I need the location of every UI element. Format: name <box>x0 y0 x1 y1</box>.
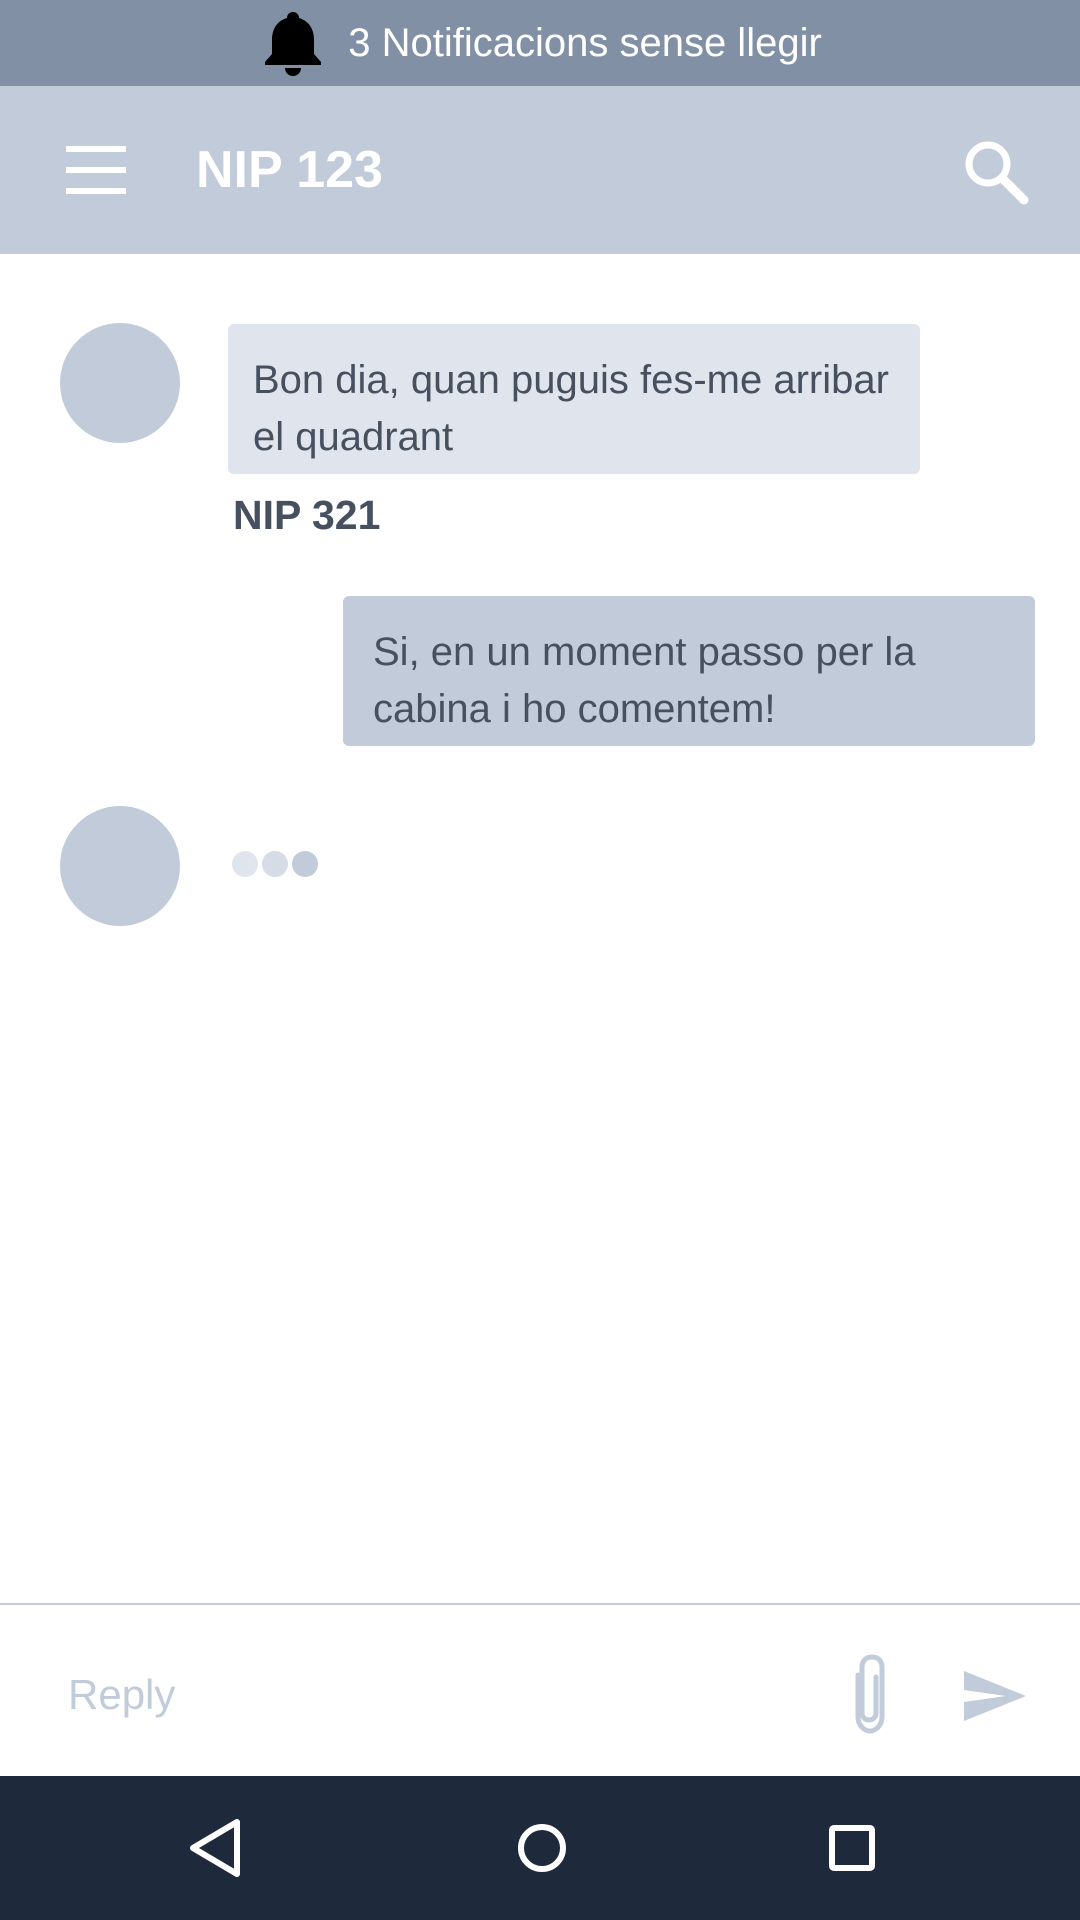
back-icon[interactable] <box>178 1808 258 1888</box>
reply-bar <box>0 1605 1080 1776</box>
typing-dot <box>232 851 258 877</box>
notification-banner[interactable]: 3 Notificacions sense llegir <box>0 0 1080 86</box>
hamburger-menu-icon[interactable] <box>60 140 130 200</box>
send-icon[interactable] <box>960 1661 1030 1731</box>
reply-input[interactable] <box>54 1655 822 1735</box>
message-list[interactable]: Bon dia, quan puguis fes-me arribar el q… <box>0 254 1080 1604</box>
home-icon[interactable] <box>502 1808 582 1888</box>
incoming-message-bubble[interactable]: Bon dia, quan puguis fes-me arribar el q… <box>228 324 920 474</box>
paperclip-icon[interactable] <box>836 1653 902 1737</box>
chat-screen: 3 Notificacions sense llegir NIP 123 Bon… <box>0 0 1080 1920</box>
contact-avatar[interactable] <box>60 323 180 443</box>
conversation-title: NIP 123 <box>196 141 383 199</box>
bell-icon <box>258 8 328 78</box>
typing-dot <box>262 851 288 877</box>
notification-text: 3 Notificacions sense llegir <box>348 20 822 65</box>
system-nav-bar <box>0 1776 1080 1920</box>
message-sender-name: NIP 321 <box>233 492 381 538</box>
typing-dot <box>292 851 318 877</box>
search-icon[interactable] <box>960 136 1030 206</box>
typing-contact-avatar[interactable] <box>60 806 180 926</box>
outgoing-message-bubble[interactable]: Si, en un moment passo per la cabina i h… <box>343 596 1035 746</box>
recents-icon[interactable] <box>812 1808 892 1888</box>
app-bar: NIP 123 <box>0 86 1080 254</box>
